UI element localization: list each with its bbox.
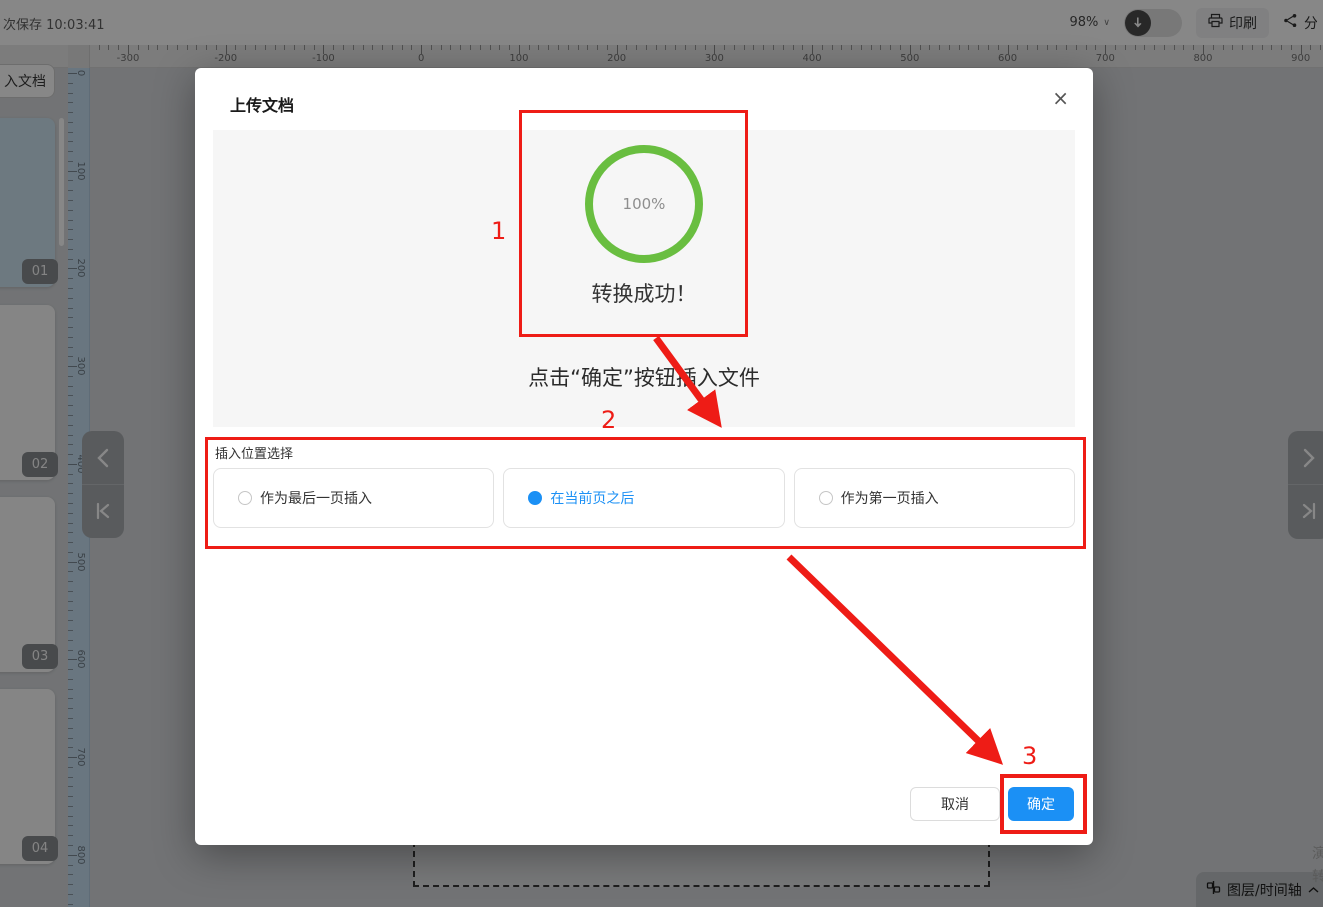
modal-title: 上传文档 [230, 92, 294, 116]
option-label: 在当前页之后 [550, 488, 634, 508]
close-icon[interactable]: × [1052, 88, 1069, 108]
insert-position-options: 作为最后一页插入 在当前页之后 作为第一页插入 [213, 468, 1075, 528]
radio-icon[interactable] [528, 491, 542, 505]
confirm-instruction-text: 点击“确定”按钮插入文件 [213, 362, 1075, 392]
cancel-button[interactable]: 取消 [910, 787, 1000, 821]
progress-percent: 100% [582, 142, 706, 266]
option-label: 作为第一页插入 [841, 488, 939, 508]
option-insert-after-current-page[interactable]: 在当前页之后 [503, 468, 784, 528]
radio-icon[interactable] [819, 491, 833, 505]
option-insert-as-first-page[interactable]: 作为第一页插入 [794, 468, 1075, 528]
progress-ring: 100% [582, 142, 706, 266]
radio-icon[interactable] [238, 491, 252, 505]
confirm-button[interactable]: 确定 [1008, 787, 1074, 821]
conversion-status-panel: 100% 转换成功！ 点击“确定”按钮插入文件 [213, 130, 1075, 427]
conversion-success-message: 转换成功！ [213, 278, 1075, 308]
option-insert-as-last-page[interactable]: 作为最后一页插入 [213, 468, 494, 528]
option-label: 作为最后一页插入 [260, 488, 372, 508]
insert-position-label: 插入位置选择 [215, 443, 293, 462]
upload-document-modal: 上传文档 × 100% 转换成功！ 点击“确定”按钮插入文件 插入位置选择 作为… [195, 68, 1093, 845]
